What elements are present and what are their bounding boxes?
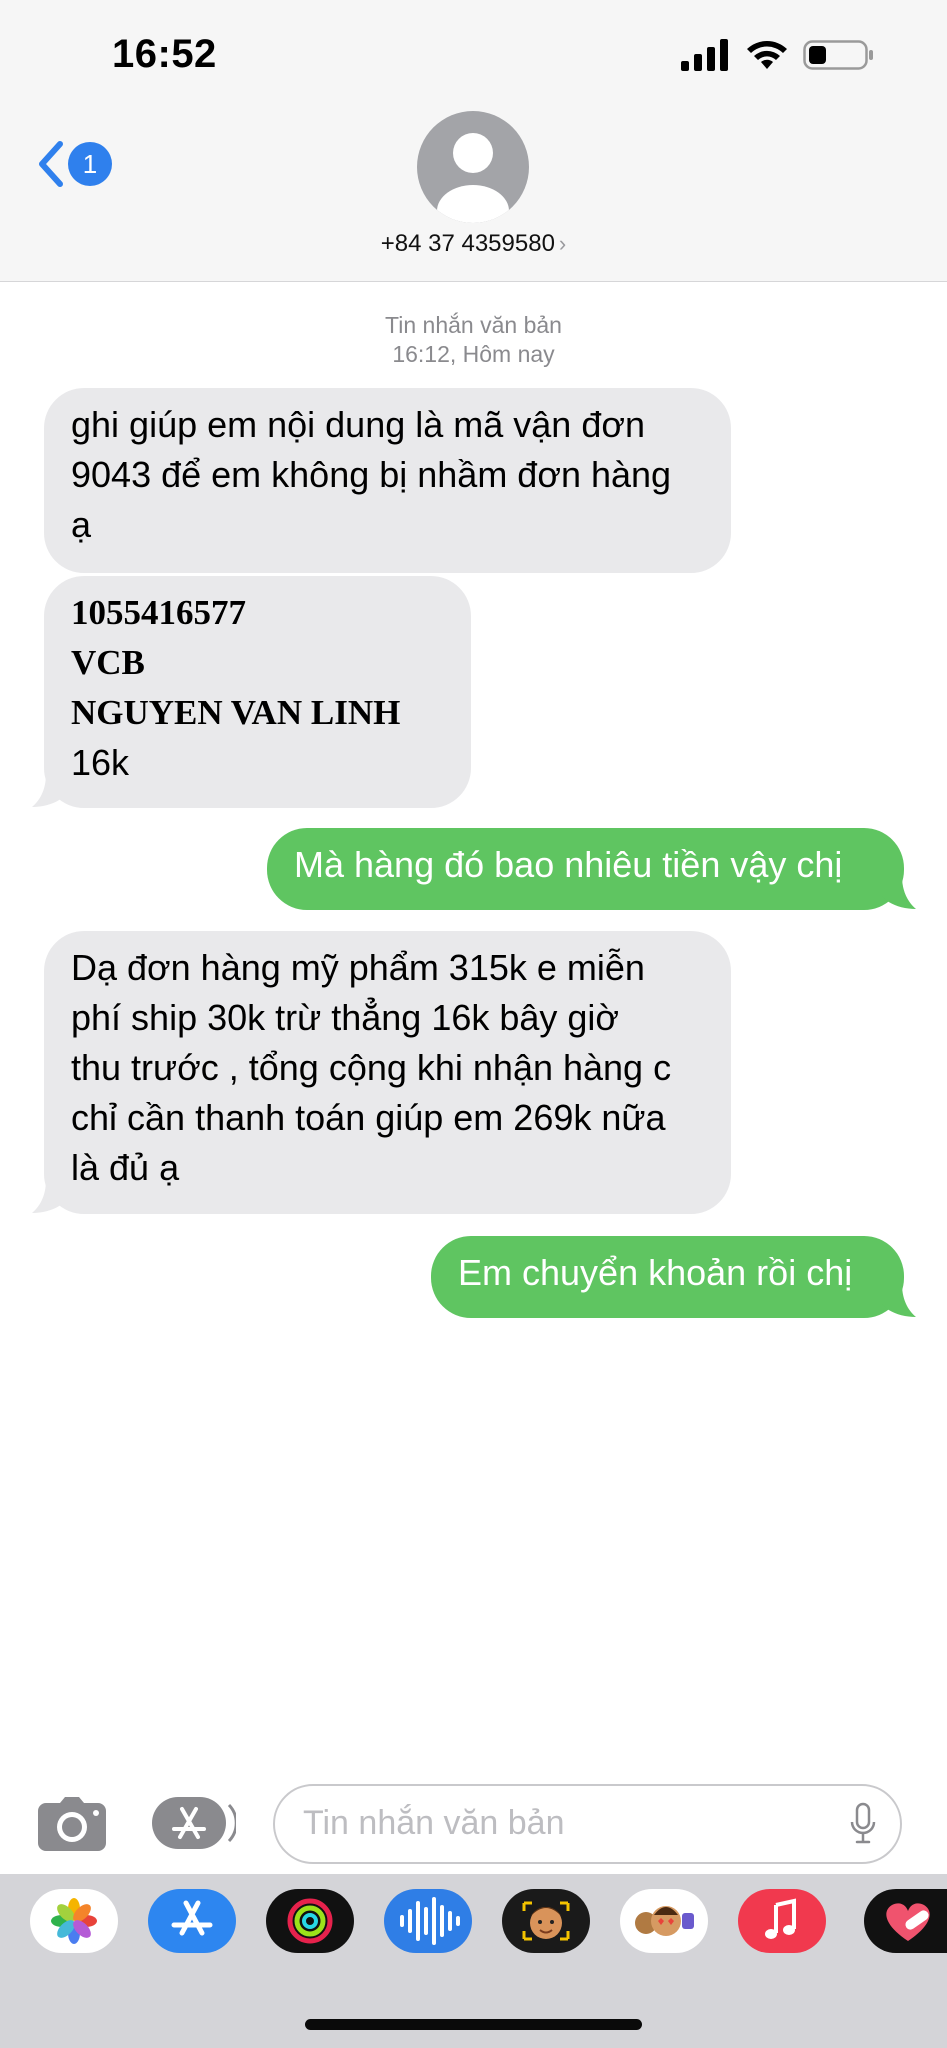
- contact-avatar[interactable]: [417, 111, 529, 223]
- contact-chevron-icon: ›: [558, 231, 567, 256]
- message-input-placeholder: Tin nhắn văn bản: [303, 1804, 565, 1842]
- contact-name[interactable]: +84 37 4359580 ›: [0, 230, 947, 258]
- message-line-bank: VCB: [71, 643, 145, 682]
- microphone-icon[interactable]: [850, 1802, 876, 1846]
- message-bubble-incoming[interactable]: Dạ đơn hàng mỹ phẩm 315k e miễn phí ship…: [32, 931, 731, 1214]
- back-button[interactable]: 1: [36, 140, 112, 188]
- heart-app-button[interactable]: [864, 1889, 947, 1953]
- message-line-account-number: 1055416577: [71, 593, 246, 632]
- composer-bar: Tin nhắn văn bản: [0, 1770, 947, 1874]
- heart-app-icon: [886, 1903, 930, 1941]
- music-app-button[interactable]: [738, 1889, 826, 1953]
- message-line-amount: 16k: [71, 742, 130, 783]
- message-line: phí ship 30k trừ thẳng 16k bây giờ: [71, 997, 620, 1038]
- status-time: 16:52: [112, 32, 217, 76]
- status-icons: [681, 38, 875, 72]
- message-bubble-incoming[interactable]: ghi giúp em nội dung là mã vận đơn 9043 …: [44, 388, 731, 573]
- battery-icon: [803, 40, 873, 70]
- message-line: Em chuyển khoản rồi chị: [458, 1252, 853, 1293]
- message-line-account-name: NGUYEN VAN LINH: [71, 693, 401, 732]
- message-timestamp: 16:12, Hôm nay: [392, 341, 555, 367]
- app-store-icon[interactable]: [152, 1797, 236, 1849]
- message-line: là đủ ạ: [71, 1147, 180, 1188]
- app-store-app-button[interactable]: [148, 1889, 236, 1953]
- message-type-label: Tin nhắn văn bản: [385, 312, 562, 338]
- audio-message-app-button[interactable]: [384, 1889, 472, 1953]
- wifi-icon: [747, 41, 787, 69]
- activity-app-button[interactable]: [266, 1889, 354, 1953]
- back-chevron-icon: [39, 141, 63, 187]
- message-line: Mà hàng đó bao nhiêu tiền vậy chị: [294, 844, 843, 885]
- cellular-signal-icon: [681, 39, 728, 71]
- message-line: thu trước , tổng cộng khi nhận hàng c: [71, 1047, 672, 1088]
- bubble-tail: [32, 1180, 66, 1213]
- message-bubble-incoming[interactable]: 1055416577 VCB NGUYEN VAN LINH 16k: [32, 576, 471, 808]
- contact-number: +84 37 4359580: [380, 230, 555, 257]
- photos-app-icon: [51, 1898, 97, 1944]
- photos-app-button[interactable]: [30, 1889, 118, 1953]
- memoji-app-icon: [522, 1901, 570, 1941]
- bubble-tail: [882, 876, 916, 909]
- message-bubble-outgoing[interactable]: Em chuyển khoản rồi chị: [431, 1236, 916, 1318]
- message-input[interactable]: Tin nhắn văn bản: [273, 1784, 902, 1864]
- memoji-app-button[interactable]: [502, 1889, 590, 1953]
- bubble-tail: [32, 774, 66, 807]
- message-line: Dạ đơn hàng mỹ phẩm 315k e miễn: [71, 947, 645, 988]
- app-store-app-icon: [171, 1900, 213, 1936]
- bubble-tail: [882, 1284, 916, 1317]
- camera-icon[interactable]: [38, 1797, 106, 1851]
- message-line: 9043 để em không bị nhầm đơn hàng: [71, 454, 672, 495]
- audio-message-app-icon: [400, 1897, 460, 1945]
- memoji-stickers-app-icon: [635, 1906, 694, 1936]
- activity-app-icon: [287, 1898, 333, 1944]
- unread-badge: 1: [68, 142, 112, 186]
- message-line: chỉ cần thanh toán giúp em 269k nữa: [71, 1097, 666, 1138]
- top-bar: 16:52 1 +84 37 4359580 ›: [0, 0, 947, 282]
- message-bubble-outgoing[interactable]: Mà hàng đó bao nhiêu tiền vậy chị: [267, 828, 916, 910]
- message-line: ạ: [71, 504, 92, 545]
- home-indicator: [305, 2019, 642, 2030]
- message-line: ghi giúp em nội dung là mã vận đơn: [71, 404, 645, 445]
- memoji-stickers-app-button[interactable]: [620, 1889, 708, 1953]
- music-app-icon: [765, 1898, 796, 1939]
- contact-avatar-icon: [437, 133, 509, 223]
